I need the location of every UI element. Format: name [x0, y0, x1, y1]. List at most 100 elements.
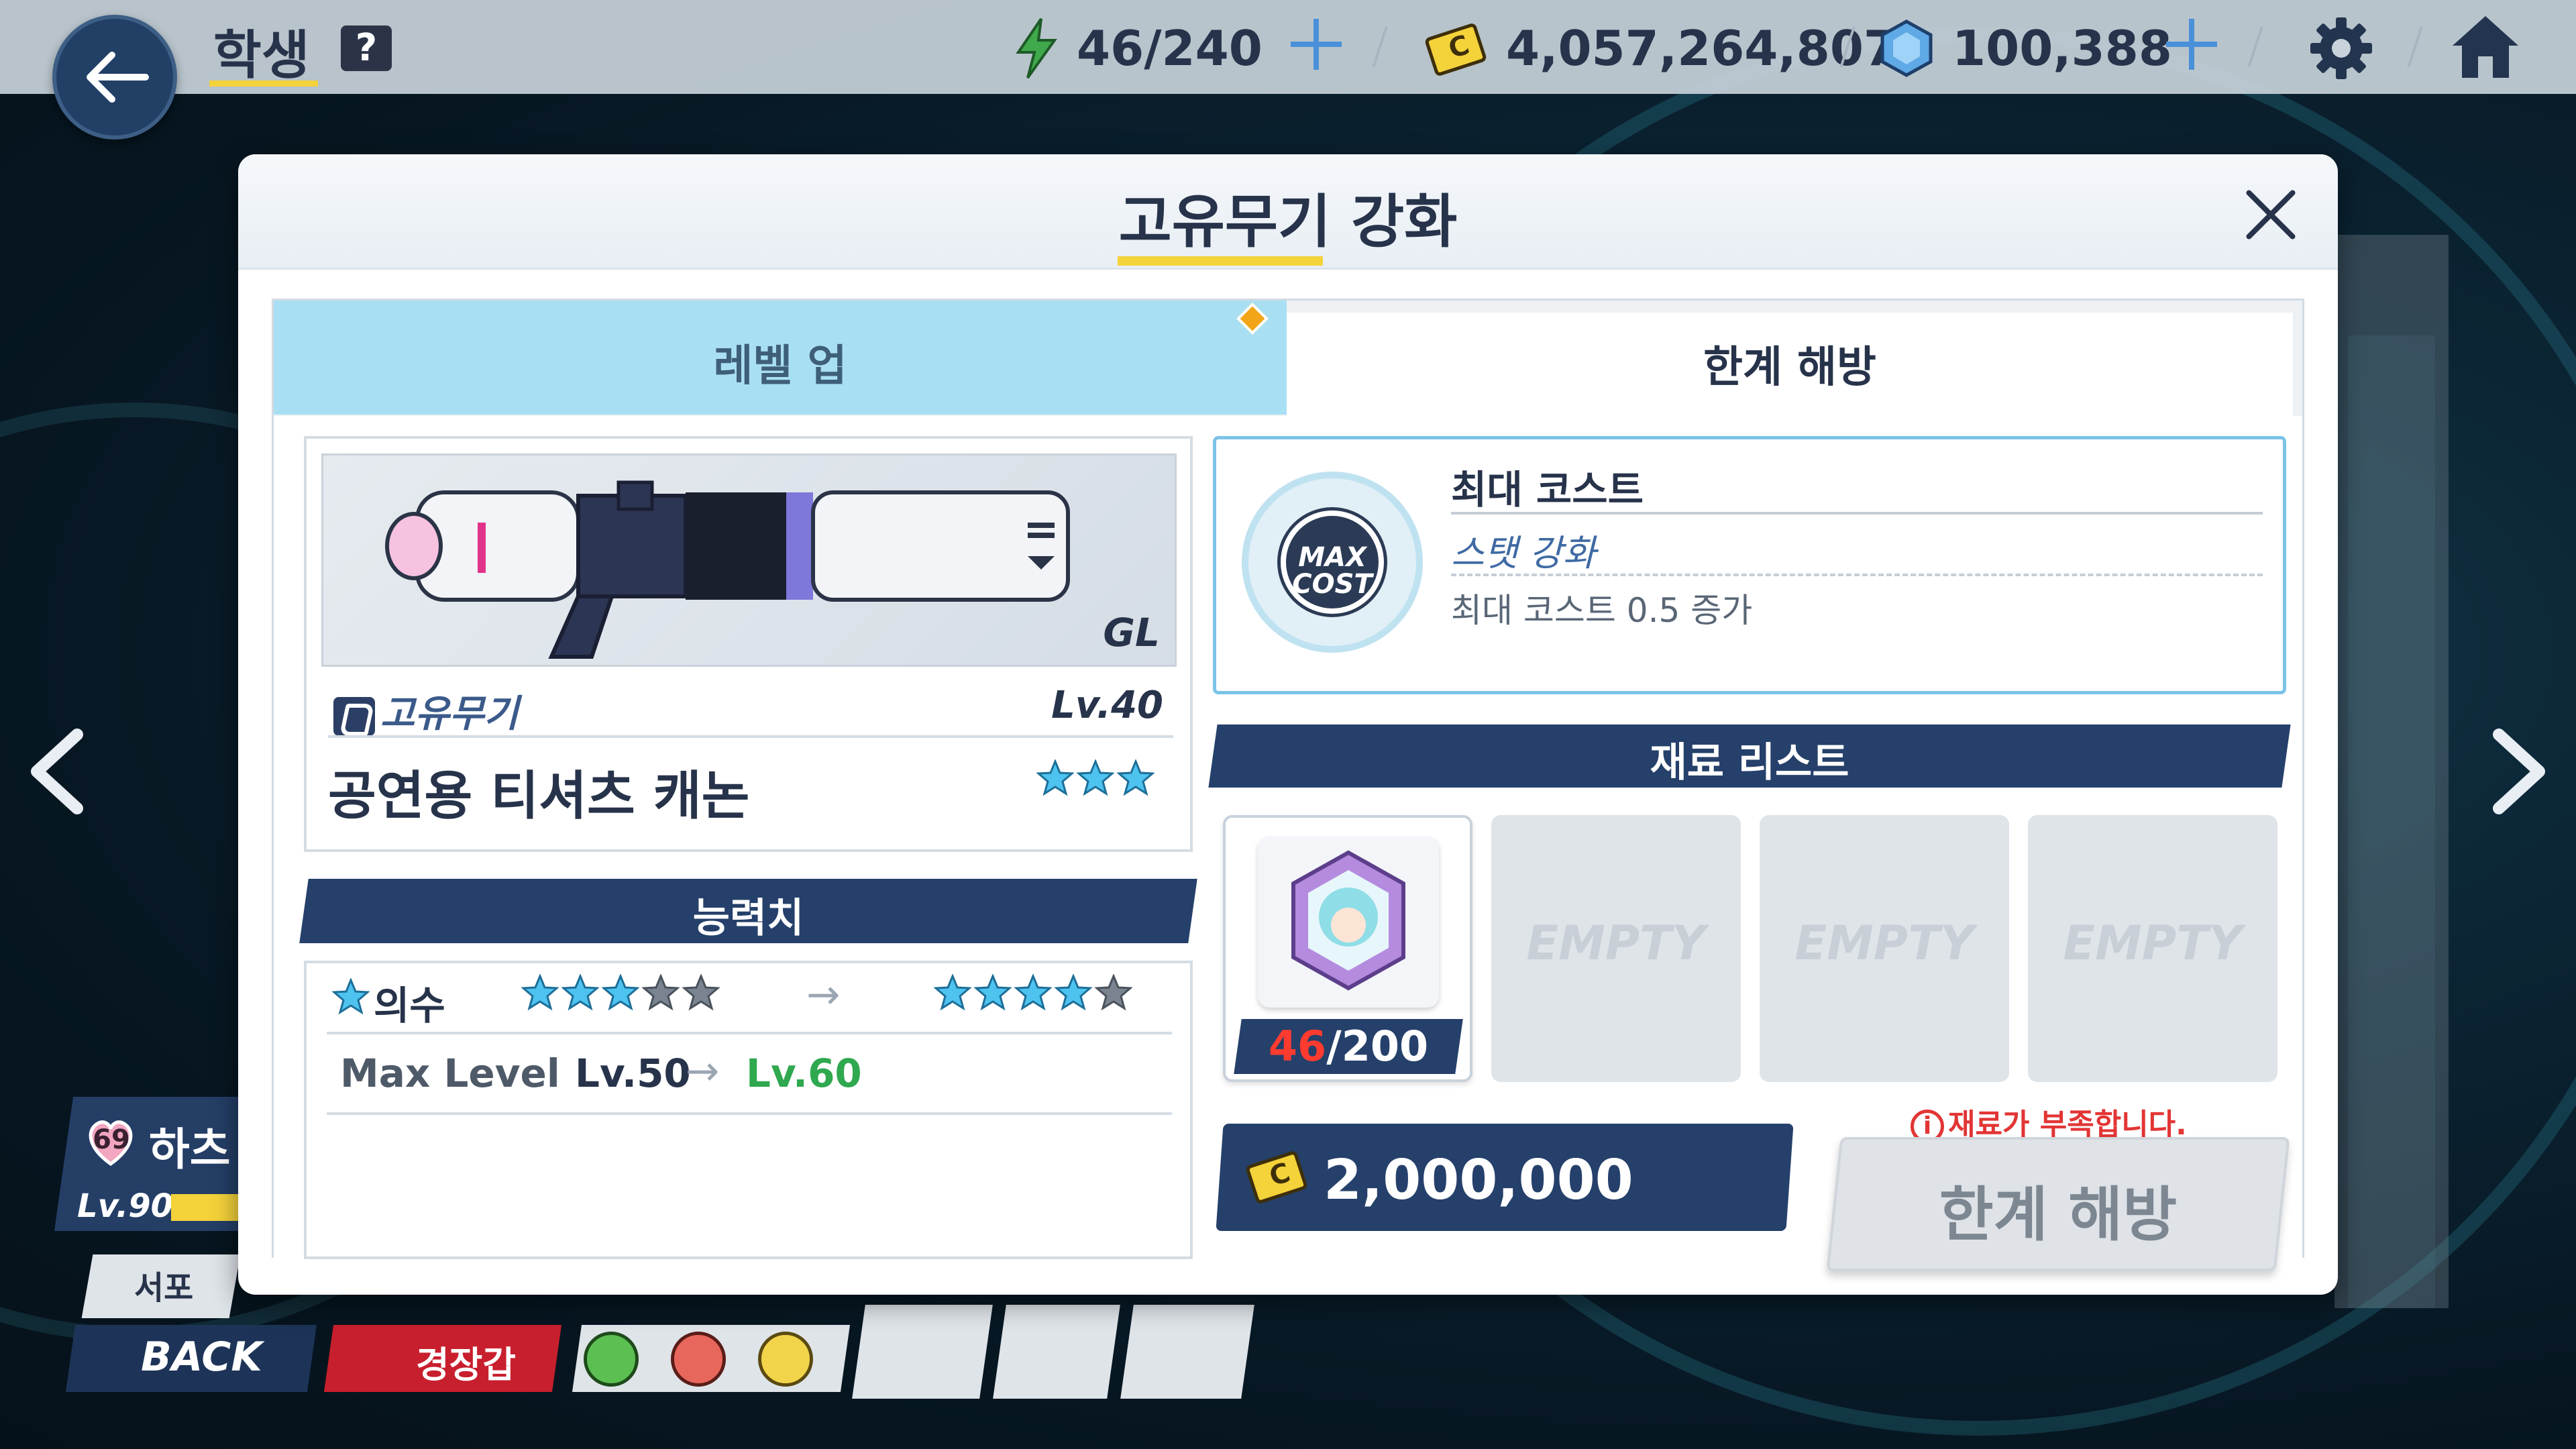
home-icon[interactable] — [2449, 12, 2522, 82]
back-text-label: BACK — [141, 1334, 262, 1381]
material-slot-1[interactable]: 46/200 — [1223, 815, 1472, 1082]
chevron-left-icon[interactable] — [20, 728, 94, 815]
mood-bad-icon — [671, 1332, 726, 1387]
effect-title: 최대 코스트 — [1451, 467, 1644, 513]
student-level: Lv.90 — [77, 1187, 173, 1225]
stars-before — [521, 974, 720, 1012]
star-filled-icon — [521, 974, 559, 1011]
star-filled-icon — [1117, 759, 1155, 796]
star-filled-icon — [1014, 974, 1052, 1011]
weapon-type-label: GL — [1103, 610, 1160, 655]
tab-body: GL 고유무기 Lv.40 공연용 티셔츠 캐논 능력치 의수 → Max Le… — [274, 416, 2302, 1271]
star-filled-icon — [1055, 974, 1092, 1011]
empty-slot-label: EMPTY — [1794, 916, 1974, 971]
help-icon[interactable]: ? — [341, 25, 392, 71]
max-cost-icon: MAX COST — [1242, 472, 1423, 653]
back-button[interactable] — [52, 15, 177, 140]
material-slot-3: EMPTY — [1760, 815, 2009, 1082]
credit-counter: 4,057,264,807 — [1506, 20, 1898, 76]
weapon-image: GL — [321, 453, 1177, 667]
divider — [327, 1032, 1172, 1034]
max-level-label: Max Level — [340, 1051, 560, 1096]
title-underline — [209, 80, 318, 87]
star-filled-icon — [934, 974, 971, 1011]
star-filled-icon — [974, 974, 1012, 1011]
star-icon — [332, 978, 370, 1015]
material-slot-2: EMPTY — [1491, 815, 1741, 1082]
material-item-frame — [1258, 837, 1439, 1008]
weapon-upgrade-modal: 고유무기 강화 레벨 업 한계 해방 GL 고유무기 Lv.40 공연용 티셔츠… — [238, 154, 2338, 1295]
gem-add-button[interactable] — [2163, 16, 2220, 72]
tab-level-up[interactable]: 레벨 업 — [274, 301, 1287, 415]
empty-slot-label: EMPTY — [2063, 916, 2243, 971]
ap-bolt-icon — [1016, 17, 1057, 79]
material-owned: 46 — [1268, 1022, 1327, 1071]
star-empty-icon — [682, 974, 720, 1011]
effect-card: MAX COST 최대 코스트 스탯 강화 최대 코스트 0.5 증가 — [1213, 436, 2286, 694]
affection-level: 69 — [93, 1124, 130, 1155]
divider — [327, 1112, 1172, 1115]
effect-subtitle: 스탯 강화 — [1451, 532, 1596, 574]
weapon-category-icon — [333, 696, 375, 736]
weapon-category-label: 고유무기 — [380, 692, 519, 736]
stat-header: 능력치 — [692, 895, 804, 942]
arrow-right-icon: → — [806, 971, 841, 1018]
max-cost-icon-text: MAX COST — [1286, 544, 1379, 598]
material-count: 46/200 — [1238, 1019, 1459, 1074]
star-empty-icon — [642, 974, 680, 1011]
page-title: 학생 — [213, 25, 310, 86]
ap-counter: 46/240 — [1077, 20, 1263, 76]
gem-counter: 100,388 — [1952, 20, 2172, 76]
star-filled-icon — [1077, 759, 1114, 796]
weapon-level: Lv.40 — [1051, 684, 1163, 727]
max-level-after: Lv.60 — [746, 1051, 862, 1096]
modal-header: 고유무기 강화 — [238, 154, 2338, 270]
max-cost-icon-line2: COST — [1292, 569, 1373, 600]
weapon-category: 고유무기 — [333, 684, 519, 738]
weapon-star-rating — [1036, 759, 1155, 797]
empty-slot-label: EMPTY — [1526, 916, 1706, 971]
close-icon[interactable] — [2237, 181, 2304, 248]
exp-bar — [171, 1194, 245, 1221]
star-filled-icon — [1036, 759, 1074, 796]
max-level-before: Lv.50 — [575, 1051, 691, 1096]
weapon-name: 공연용 티셔츠 캐논 — [328, 766, 750, 826]
modal-title-underline — [1118, 256, 1323, 266]
stat-box: 의수 → Max Level Lv.50 → Lv.60 — [304, 961, 1193, 1259]
tab-level-up-label: 레벨 업 — [713, 341, 847, 391]
gem-icon — [1880, 19, 1933, 77]
memo-button[interactable] — [993, 1305, 1120, 1399]
armor-type-label: 경장갑 — [416, 1344, 517, 1386]
star-filled-icon — [561, 974, 599, 1011]
stars-after — [934, 974, 1132, 1012]
lock-button[interactable] — [852, 1305, 993, 1399]
mood-good-icon — [584, 1332, 639, 1387]
voice-button[interactable] — [1120, 1305, 1254, 1399]
t-shirt-cannon-image — [385, 480, 1070, 659]
material-required: /200 — [1326, 1022, 1429, 1071]
arrow-right-icon: → — [686, 1048, 720, 1095]
effect-description: 최대 코스트 0.5 증가 — [1451, 591, 1753, 630]
weapon-card: GL 고유무기 Lv.40 공연용 티셔츠 캐논 — [304, 436, 1193, 852]
divider — [1451, 574, 2263, 576]
tab-limit-break[interactable]: 한계 해방 — [1287, 313, 2293, 417]
stars-stat-label: 의수 — [374, 983, 445, 1028]
max-cost-icon-inner: MAX COST — [1281, 511, 1384, 614]
chevron-right-icon[interactable] — [2482, 728, 2556, 815]
settings-gear-icon[interactable] — [2308, 15, 2375, 82]
mood-neutral-icon — [758, 1332, 813, 1387]
tab-limit-break-label: 한계 해방 — [1703, 343, 1876, 392]
modal-content: 레벨 업 한계 해방 GL 고유무기 Lv.40 공연용 티셔츠 캐논 능력치 … — [272, 299, 2304, 1271]
divider — [328, 735, 1173, 738]
limit-break-button-label: 한계 해방 — [1939, 1180, 2178, 1249]
material-slot-4: EMPTY — [2028, 815, 2277, 1082]
modal-title: 고유무기 강화 — [1118, 189, 1458, 256]
student-name: 하츠 — [149, 1124, 231, 1175]
star-empty-icon — [1095, 974, 1132, 1011]
divider — [1451, 512, 2263, 515]
role-button-label: 서포 — [134, 1269, 194, 1307]
price-amount: 2,000,000 — [1324, 1148, 1633, 1212]
star-filled-icon — [602, 974, 639, 1011]
material-header: 재료 리스트 — [1650, 739, 1849, 786]
ap-add-button[interactable] — [1288, 16, 1344, 72]
